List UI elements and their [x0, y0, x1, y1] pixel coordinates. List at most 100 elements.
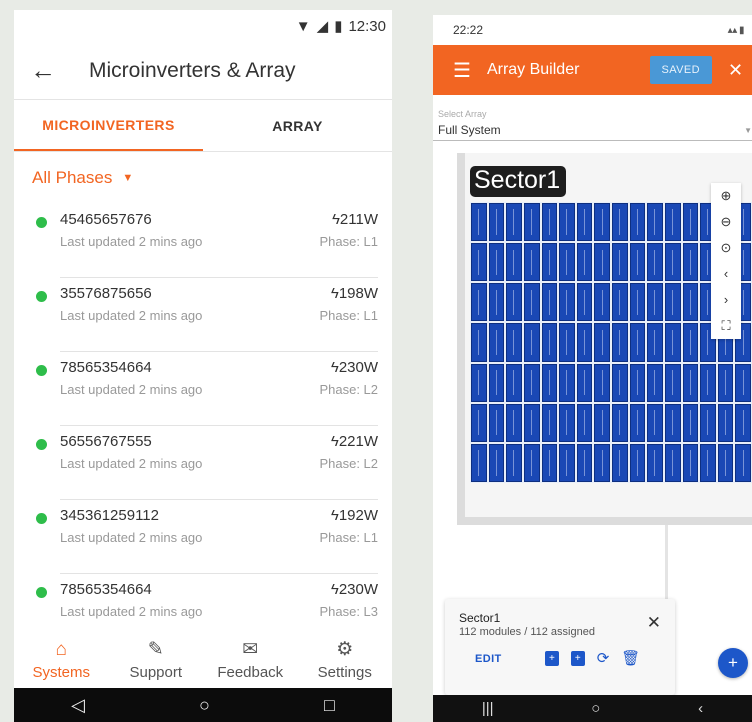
- solar-module[interactable]: [541, 363, 558, 402]
- solar-module[interactable]: [612, 283, 628, 322]
- solar-module[interactable]: [664, 203, 681, 242]
- solar-module[interactable]: [629, 403, 646, 442]
- zoom-in-icon[interactable]: ⊕: [721, 183, 732, 209]
- solar-module[interactable]: [682, 243, 699, 282]
- solar-module[interactable]: [576, 363, 593, 402]
- solar-module[interactable]: [523, 203, 540, 242]
- solar-module[interactable]: [506, 323, 522, 362]
- solar-module[interactable]: [541, 403, 558, 442]
- solar-module[interactable]: [629, 443, 646, 482]
- solar-module[interactable]: [664, 403, 681, 442]
- solar-module[interactable]: [700, 403, 716, 442]
- solar-module[interactable]: [471, 323, 487, 362]
- solar-module[interactable]: [594, 323, 610, 362]
- solar-module[interactable]: [664, 443, 681, 482]
- add-row-icon[interactable]: +: [545, 650, 559, 666]
- solar-module[interactable]: [488, 203, 505, 242]
- solar-module[interactable]: [612, 323, 628, 362]
- solar-module[interactable]: [471, 403, 487, 442]
- back-triangle-icon[interactable]: ◁: [71, 695, 85, 716]
- solar-module[interactable]: [576, 243, 593, 282]
- solar-module[interactable]: [647, 323, 663, 362]
- phase-filter-dropdown[interactable]: All Phases ▼: [14, 152, 392, 204]
- solar-module[interactable]: [682, 363, 699, 402]
- solar-module[interactable]: [576, 283, 593, 322]
- back-chevron-icon[interactable]: ‹: [698, 700, 703, 717]
- solar-module[interactable]: [523, 283, 540, 322]
- zoom-fit-icon[interactable]: ⊙: [721, 235, 732, 261]
- solar-module[interactable]: [664, 283, 681, 322]
- solar-module[interactable]: [471, 283, 487, 322]
- sector-label[interactable]: Sector1: [470, 166, 567, 197]
- solar-module[interactable]: [612, 403, 628, 442]
- solar-module[interactable]: [576, 323, 593, 362]
- solar-module[interactable]: [506, 283, 522, 322]
- solar-module[interactable]: [471, 363, 487, 402]
- solar-module[interactable]: [682, 323, 699, 362]
- add-fab-button[interactable]: +: [718, 648, 748, 678]
- solar-module[interactable]: [594, 243, 610, 282]
- rotate-icon[interactable]: ⟳: [597, 649, 610, 667]
- solar-module[interactable]: [664, 243, 681, 282]
- solar-module[interactable]: [488, 403, 505, 442]
- solar-module[interactable]: [506, 363, 522, 402]
- solar-module[interactable]: [717, 403, 734, 442]
- solar-module[interactable]: [523, 443, 540, 482]
- solar-module[interactable]: [594, 443, 610, 482]
- solar-module[interactable]: [735, 363, 751, 402]
- solar-module[interactable]: [612, 443, 628, 482]
- home-circle-icon[interactable]: ○: [199, 695, 210, 716]
- solar-module[interactable]: [559, 403, 575, 442]
- solar-module[interactable]: [629, 283, 646, 322]
- solar-module[interactable]: [700, 363, 716, 402]
- solar-module[interactable]: [559, 363, 575, 402]
- solar-module[interactable]: [629, 323, 646, 362]
- solar-module[interactable]: [471, 243, 487, 282]
- solar-module[interactable]: [647, 203, 663, 242]
- solar-module[interactable]: [647, 243, 663, 282]
- recents-square-icon[interactable]: □: [324, 695, 335, 716]
- solar-module[interactable]: [647, 403, 663, 442]
- list-item[interactable]: 345361259112 Last updated 2 mins ago ϟ192W…: [14, 500, 392, 574]
- solar-module[interactable]: [488, 243, 505, 282]
- solar-module[interactable]: [541, 203, 558, 242]
- solar-module[interactable]: [717, 363, 734, 402]
- select-array-dropdown[interactable]: Full System ▼: [433, 119, 752, 141]
- solar-module[interactable]: [682, 283, 699, 322]
- solar-module[interactable]: [700, 443, 716, 482]
- solar-module[interactable]: [559, 283, 575, 322]
- solar-module[interactable]: [629, 363, 646, 402]
- list-item[interactable]: 35576875656 Last updated 2 mins ago ϟ198W P…: [14, 278, 392, 352]
- tab-microinverters[interactable]: MICROINVERTERS: [14, 100, 203, 151]
- solar-module[interactable]: [576, 403, 593, 442]
- solar-module[interactable]: [559, 203, 575, 242]
- solar-module[interactable]: [664, 323, 681, 362]
- solar-module[interactable]: [559, 323, 575, 362]
- saved-button[interactable]: SAVED: [649, 56, 712, 84]
- solar-module[interactable]: [506, 403, 522, 442]
- solar-module[interactable]: [506, 203, 522, 242]
- tab-array[interactable]: ARRAY: [203, 100, 392, 151]
- solar-module[interactable]: [523, 243, 540, 282]
- solar-module[interactable]: [664, 363, 681, 402]
- solar-module[interactable]: [541, 443, 558, 482]
- solar-module[interactable]: [523, 363, 540, 402]
- solar-module[interactable]: [471, 203, 487, 242]
- solar-module[interactable]: [506, 243, 522, 282]
- solar-module[interactable]: [541, 243, 558, 282]
- solar-module[interactable]: [717, 443, 734, 482]
- solar-module[interactable]: [629, 203, 646, 242]
- focus-icon[interactable]: ⛶: [721, 313, 730, 339]
- solar-module[interactable]: [541, 323, 558, 362]
- list-item[interactable]: 78565354664 Last updated 2 mins ago ϟ230W P…: [14, 352, 392, 426]
- close-icon[interactable]: ✕: [728, 60, 752, 81]
- solar-module[interactable]: [735, 443, 751, 482]
- solar-module[interactable]: [612, 203, 628, 242]
- menu-icon[interactable]: ☰: [453, 58, 471, 83]
- add-column-icon[interactable]: +: [570, 650, 585, 666]
- solar-module[interactable]: [576, 203, 593, 242]
- solar-module[interactable]: [559, 243, 575, 282]
- trash-icon[interactable]: 🗑: [621, 649, 640, 667]
- solar-module[interactable]: [682, 203, 699, 242]
- solar-module[interactable]: [735, 403, 751, 442]
